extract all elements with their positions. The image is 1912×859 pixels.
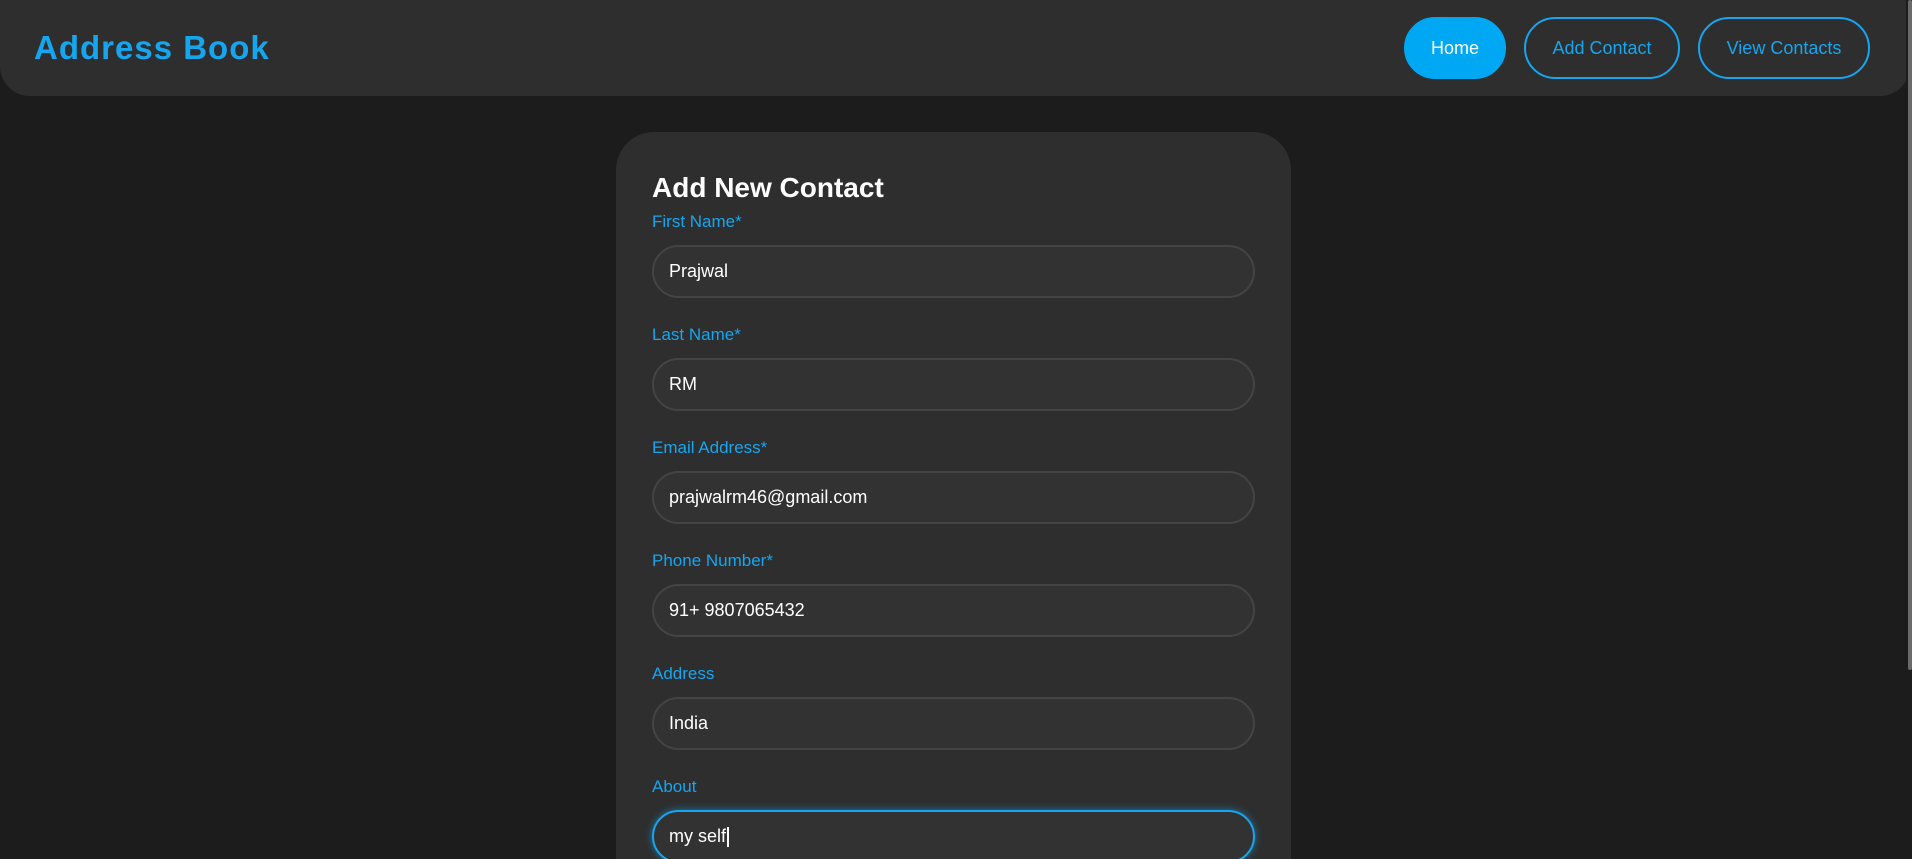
last-name-value: RM: [669, 374, 697, 394]
add-contact-button[interactable]: Add Contact: [1524, 17, 1680, 79]
address-field: Address India: [652, 664, 1255, 750]
text-cursor: [727, 826, 730, 847]
email-input[interactable]: prajwalrm46@gmail.com: [652, 471, 1255, 524]
scrollbar-thumb[interactable]: [1908, 0, 1912, 670]
email-field: Email Address* prajwalrm46@gmail.com: [652, 438, 1255, 524]
about-label: About: [652, 777, 697, 796]
first-name-field: First Name* Prajwal: [652, 212, 1255, 298]
phone-field: Phone Number* 91+ 9807065432: [652, 551, 1255, 637]
email-value: prajwalrm46@gmail.com: [669, 487, 868, 507]
main-nav: Home Add Contact View Contacts: [1404, 17, 1870, 79]
page-scrollbar[interactable]: [1906, 0, 1912, 859]
last-name-label: Last Name*: [652, 325, 741, 344]
phone-input[interactable]: 91+ 9807065432: [652, 584, 1255, 637]
address-label: Address: [652, 664, 715, 683]
home-button[interactable]: Home: [1404, 17, 1506, 79]
first-name-value: Prajwal: [669, 261, 729, 281]
last-name-input[interactable]: RM: [652, 358, 1255, 411]
phone-value: 91+ 9807065432: [669, 600, 805, 620]
address-value: India: [669, 713, 709, 733]
first-name-label: First Name*: [652, 212, 742, 231]
phone-label: Phone Number*: [652, 551, 773, 570]
address-input[interactable]: India: [652, 697, 1255, 750]
view-contacts-button[interactable]: View Contacts: [1698, 17, 1870, 79]
form-title: Add New Contact: [652, 172, 884, 203]
about-textarea[interactable]: my self: [652, 810, 1255, 859]
navbar: Address Book Home Add Contact View Conta…: [0, 0, 1910, 96]
first-name-input[interactable]: Prajwal: [652, 245, 1255, 298]
page: Address Book Home Add Contact View Conta…: [0, 0, 1912, 859]
email-label: Email Address*: [652, 438, 768, 457]
about-value: my self: [669, 826, 727, 846]
about-field: About my self: [652, 777, 1255, 859]
app-title: Address Book: [34, 29, 270, 66]
add-contact-form: Add New Contact First Name* Prajwal Last…: [616, 132, 1291, 859]
last-name-field: Last Name* RM: [652, 325, 1255, 411]
